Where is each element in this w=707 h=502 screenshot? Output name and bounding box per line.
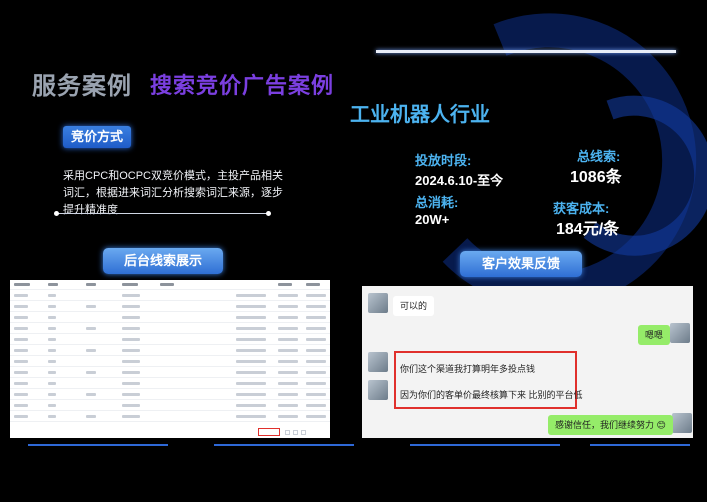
avatar xyxy=(368,352,388,372)
avatar xyxy=(670,323,690,343)
table-row xyxy=(10,346,330,356)
spend-label: 总消耗: xyxy=(415,195,459,210)
page-title: 服务案例 xyxy=(32,73,132,100)
method-tag: 竞价方式 xyxy=(63,126,131,148)
table-row xyxy=(10,313,330,323)
page-subtitle: 搜索竞价广告案例 xyxy=(150,73,335,98)
divider-dot xyxy=(54,211,59,216)
chat-message: 因为你们的客单价最终核算下来 比别的平台低 xyxy=(400,390,583,400)
table-row xyxy=(10,412,330,422)
bottom-accent-line xyxy=(590,444,690,446)
table-row xyxy=(10,401,330,411)
pager-dot xyxy=(285,430,290,435)
period-label: 投放时段: xyxy=(415,153,472,168)
chat-message: 你们这个渠道我打算明年多投点钱 xyxy=(400,364,536,374)
bottom-accent-line xyxy=(214,444,354,446)
pager-dot xyxy=(301,430,306,435)
table-row xyxy=(10,357,330,367)
avatar xyxy=(368,293,388,313)
chat-message: 可以的 xyxy=(393,296,435,316)
avatar xyxy=(672,413,692,433)
divider xyxy=(56,213,268,214)
method-description: 采用CPC和OCPC双竞价模式，主投产品相关词汇，根据进来词汇分析搜索词汇来源，… xyxy=(63,170,284,216)
backend-leads-label: 后台线索展示 xyxy=(103,248,223,274)
table-row xyxy=(10,324,330,334)
table-row xyxy=(10,390,330,400)
industry-heading: 工业机器人行业 xyxy=(350,104,490,126)
avatar xyxy=(368,380,388,400)
table-row xyxy=(10,368,330,378)
top-accent-line xyxy=(376,50,676,53)
table-row xyxy=(10,291,330,301)
table-header xyxy=(10,280,330,290)
chat-message: 感谢信任，我们继续努力 😊 xyxy=(548,415,673,435)
leads-table-screenshot xyxy=(10,280,330,438)
pager-dot xyxy=(293,430,298,435)
table-row xyxy=(10,302,330,312)
table-row xyxy=(10,379,330,389)
customer-feedback-label: 客户效果反馈 xyxy=(460,251,582,277)
chat-message: 嗯嗯 xyxy=(638,325,671,345)
cost-value: 184元/条 xyxy=(556,221,620,238)
table-row xyxy=(10,335,330,345)
leads-value: 1086条 xyxy=(570,169,622,186)
bottom-accent-line xyxy=(410,444,560,446)
divider-dot xyxy=(266,211,271,216)
period-value: 2024.6.10-至今 xyxy=(415,173,504,188)
spend-value: 20W+ xyxy=(415,212,450,227)
pager-highlight xyxy=(258,428,280,436)
bottom-accent-line xyxy=(28,444,168,446)
